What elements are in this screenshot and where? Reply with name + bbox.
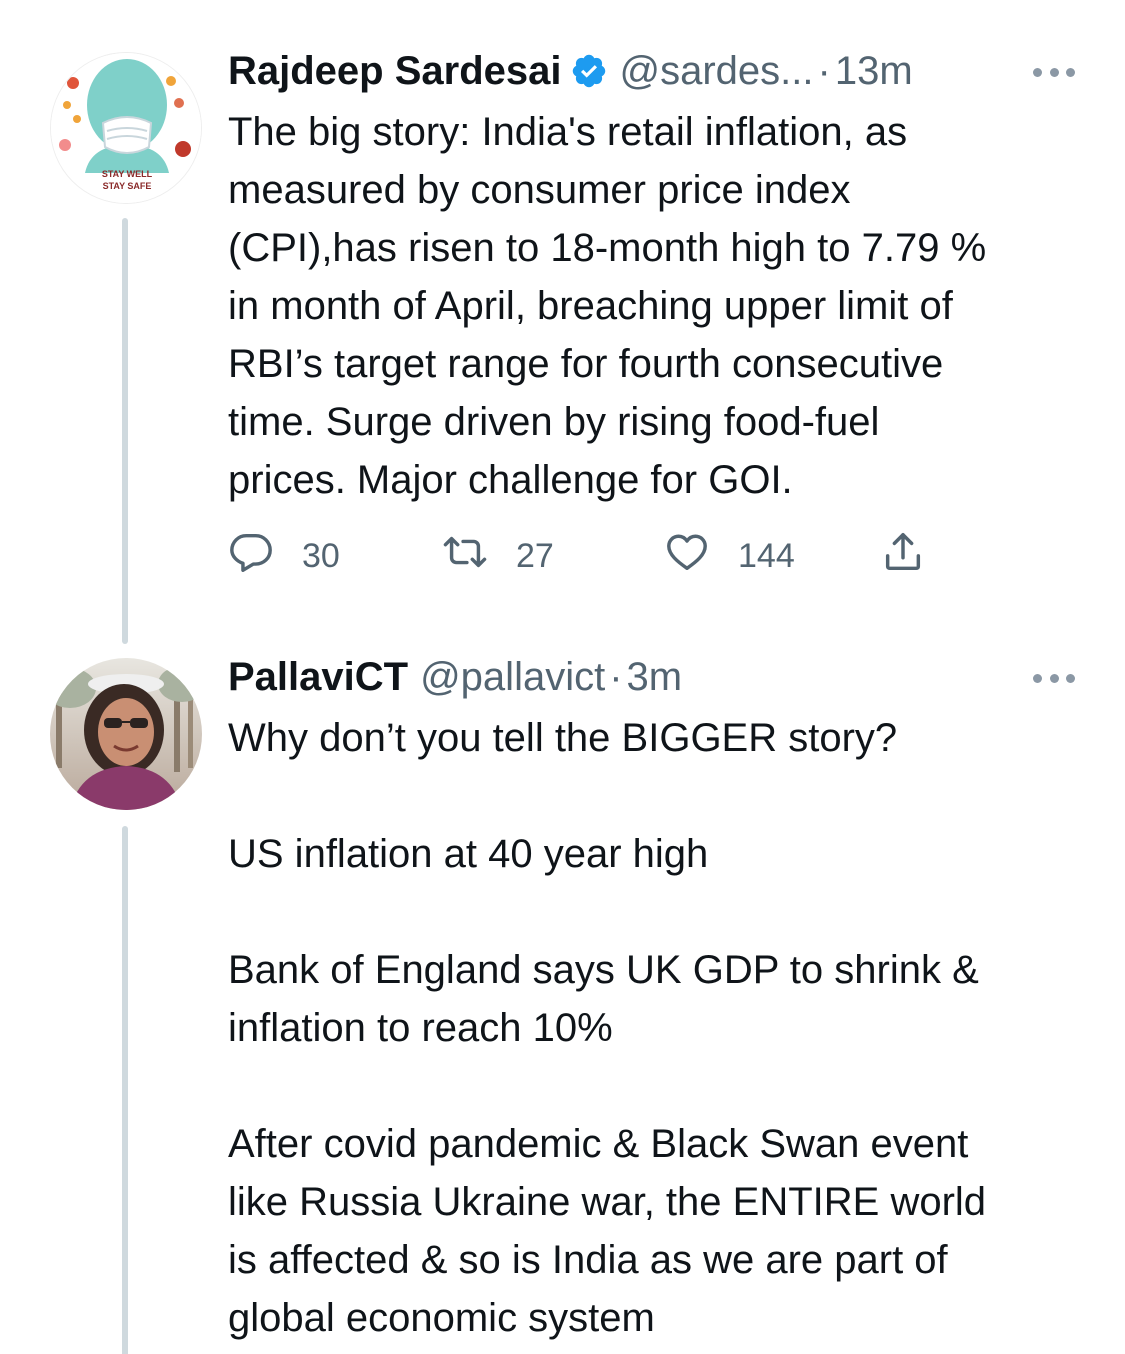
like-icon	[664, 529, 710, 584]
profile-photo-image	[50, 658, 202, 810]
author-handle[interactable]: @sardes...	[620, 49, 814, 94]
stay-safe-mask-avatar-image: STAY WELL STAY SAFE	[51, 53, 201, 203]
like-button[interactable]: 144	[664, 528, 795, 584]
stay-safe-caption: STAY SAFE	[103, 181, 152, 191]
share-icon	[880, 529, 926, 584]
author-handle-2[interactable]: @pallavict	[420, 655, 605, 700]
share-button[interactable]	[880, 528, 926, 584]
avatar-rajdeep[interactable]: STAY WELL STAY SAFE	[50, 52, 202, 204]
reply-count: 30	[302, 536, 340, 575]
avatar-pallavict[interactable]	[50, 658, 202, 810]
thread-connector-line-2	[122, 826, 128, 1354]
author-display-name[interactable]: Rajdeep Sardesai	[228, 49, 562, 94]
retweet-button[interactable]: 27	[442, 528, 554, 584]
author-display-name-2[interactable]: PallaviCT	[228, 655, 408, 700]
retweet-icon	[442, 529, 488, 584]
stay-well-caption: STAY WELL	[102, 169, 153, 179]
dot-separator-2: ·	[609, 654, 623, 699]
like-count: 144	[738, 536, 795, 575]
retweet-count: 27	[516, 536, 554, 575]
more-options-icon-2[interactable]	[1033, 668, 1075, 688]
reply-button[interactable]: 30	[228, 528, 340, 584]
tweet-timestamp-2[interactable]: 3m	[627, 655, 683, 700]
dot-separator: ·	[817, 48, 831, 93]
thread-connector-line	[122, 218, 128, 644]
verified-badge-icon	[570, 52, 608, 90]
tweet-timestamp[interactable]: 13m	[835, 49, 913, 94]
reply-icon	[228, 529, 274, 584]
tweet-actions-bar: 30 27 144	[228, 528, 948, 584]
tweet-header-2: PallaviCT @pallavict · 3m	[228, 652, 682, 702]
tweet-header: Rajdeep Sardesai @sardes... · 13m	[228, 46, 913, 96]
more-options-icon[interactable]	[1033, 62, 1075, 82]
tweet-body-text: The big story: India's retail inflation,…	[228, 110, 987, 502]
tweet-body-text-2: Why don’t you tell the BIGGER story? US …	[228, 716, 987, 1340]
